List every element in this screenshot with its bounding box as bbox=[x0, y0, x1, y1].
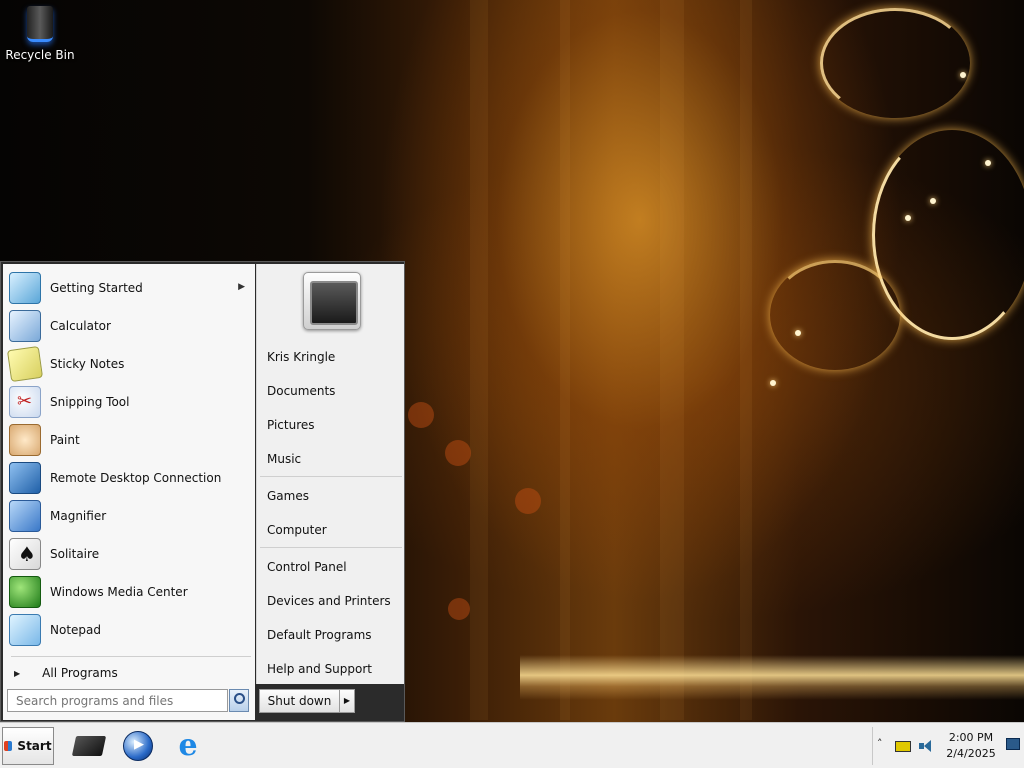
solitaire-icon bbox=[9, 538, 41, 570]
all-programs-label: All Programs bbox=[42, 666, 118, 680]
program-label: Remote Desktop Connection bbox=[50, 471, 222, 485]
start-button[interactable]: Start bbox=[2, 727, 54, 765]
search-icon bbox=[233, 693, 245, 704]
snipping-tool-icon bbox=[9, 386, 41, 418]
wallpaper-sparkle bbox=[930, 198, 936, 204]
windows-media-player-icon bbox=[123, 731, 153, 761]
taskbar: Start e ˄ 2:00 PM 2/4/2025 bbox=[0, 722, 1024, 768]
divider bbox=[260, 476, 402, 477]
wallpaper-bokeh bbox=[445, 440, 471, 466]
taskbar-windows-media-player[interactable] bbox=[120, 728, 156, 764]
program-label: Calculator bbox=[50, 319, 111, 333]
wallpaper-bokeh bbox=[448, 598, 470, 620]
program-label: Windows Media Center bbox=[50, 585, 188, 599]
wallpaper-sparkle bbox=[795, 330, 801, 336]
program-sticky-notes[interactable]: Sticky Notes bbox=[6, 345, 251, 383]
wallpaper-sparkle bbox=[960, 72, 966, 78]
divider bbox=[11, 656, 251, 657]
wallpaper-streak bbox=[470, 0, 488, 720]
desktop-icon-label: Recycle Bin bbox=[5, 48, 75, 62]
wallpaper-bokeh bbox=[515, 488, 541, 514]
clock-date: 2/4/2025 bbox=[946, 747, 996, 760]
program-magnifier[interactable]: Magnifier bbox=[9, 498, 251, 534]
program-label: Paint bbox=[50, 433, 80, 447]
taskbar-internet-explorer[interactable]: e bbox=[170, 728, 206, 764]
wallpaper-sparkle bbox=[905, 215, 911, 221]
divider bbox=[260, 547, 402, 548]
recycle-bin-icon bbox=[27, 6, 53, 42]
show-desktop-button[interactable] bbox=[1006, 738, 1020, 750]
place-user-folder[interactable]: Kris Kringle bbox=[267, 346, 335, 368]
clock-time: 2:00 PM bbox=[948, 731, 994, 744]
battery-icon[interactable] bbox=[895, 741, 911, 752]
media-center-icon bbox=[9, 576, 41, 608]
program-remote-desktop[interactable]: Remote Desktop Connection bbox=[9, 460, 251, 496]
program-windows-media-center[interactable]: Windows Media Center bbox=[9, 574, 251, 610]
search-button[interactable] bbox=[229, 689, 249, 712]
program-getting-started[interactable]: Getting Started ▶ bbox=[9, 270, 251, 306]
clock[interactable]: 2:00 PM 2/4/2025 bbox=[939, 730, 1003, 762]
program-label: Snipping Tool bbox=[50, 395, 130, 409]
windows-logo-icon bbox=[4, 741, 13, 751]
place-games[interactable]: Games bbox=[267, 485, 309, 507]
desktop-icon-recycle-bin[interactable]: Recycle Bin bbox=[4, 6, 76, 62]
wallpaper-streak bbox=[740, 0, 752, 720]
remote-desktop-icon bbox=[9, 462, 41, 494]
start-label: Start bbox=[17, 739, 52, 753]
internet-explorer-icon: e bbox=[178, 728, 198, 763]
place-default-programs[interactable]: Default Programs bbox=[267, 624, 372, 646]
start-menu: Getting Started ▶ Calculator Sticky Note… bbox=[0, 261, 405, 722]
user-avatar[interactable] bbox=[303, 272, 361, 330]
program-solitaire[interactable]: Solitaire bbox=[9, 536, 251, 572]
place-music[interactable]: Music bbox=[267, 448, 301, 470]
system-tray: ˄ 2:00 PM 2/4/2025 bbox=[872, 727, 1022, 765]
magnifier-icon bbox=[9, 500, 41, 532]
place-control-panel[interactable]: Control Panel bbox=[267, 556, 347, 578]
program-notepad[interactable]: Notepad bbox=[9, 612, 251, 648]
taskbar-windows-explorer[interactable] bbox=[70, 728, 107, 764]
sticky-notes-icon bbox=[6, 345, 44, 383]
program-label: Sticky Notes bbox=[50, 357, 125, 371]
wallpaper-streak bbox=[660, 0, 684, 720]
wallpaper-swirl bbox=[820, 8, 970, 118]
wallpaper-bokeh bbox=[408, 402, 434, 428]
place-pictures[interactable]: Pictures bbox=[267, 414, 315, 436]
shut-down-button[interactable]: Shut down bbox=[259, 689, 339, 713]
show-hidden-icons-chevron-icon[interactable]: ˄ bbox=[877, 737, 883, 750]
search-input[interactable] bbox=[7, 689, 228, 712]
shut-down-options-button[interactable]: ▶ bbox=[339, 689, 355, 713]
arrow-right-icon: ▶ bbox=[14, 668, 21, 678]
submenu-arrow-icon: ▶ bbox=[238, 282, 245, 292]
start-menu-programs-pane: Getting Started ▶ Calculator Sticky Note… bbox=[3, 264, 255, 720]
all-programs-button[interactable]: ▶ All Programs bbox=[11, 662, 251, 684]
place-computer[interactable]: Computer bbox=[267, 519, 327, 541]
place-documents[interactable]: Documents bbox=[267, 380, 335, 402]
program-label: Notepad bbox=[50, 623, 101, 637]
program-label: Getting Started bbox=[50, 281, 143, 295]
wallpaper-sparkle bbox=[985, 160, 991, 166]
place-devices-and-printers[interactable]: Devices and Printers bbox=[267, 590, 391, 612]
wallpaper-sparkle bbox=[770, 380, 776, 386]
program-snipping-tool[interactable]: Snipping Tool bbox=[9, 384, 251, 420]
wallpaper-swirl bbox=[770, 260, 900, 370]
start-menu-places-pane: Kris Kringle Documents Pictures Music Ga… bbox=[256, 264, 404, 684]
program-label: Magnifier bbox=[50, 509, 107, 523]
wallpaper-glow bbox=[520, 655, 1024, 700]
wallpaper-streak bbox=[560, 0, 570, 720]
volume-icon[interactable] bbox=[919, 740, 933, 752]
place-help-and-support[interactable]: Help and Support bbox=[267, 658, 372, 680]
program-paint[interactable]: Paint bbox=[9, 422, 251, 458]
program-calculator[interactable]: Calculator bbox=[9, 308, 251, 344]
windows-explorer-icon bbox=[71, 736, 107, 756]
paint-icon bbox=[9, 424, 41, 456]
calculator-icon bbox=[9, 310, 41, 342]
getting-started-icon bbox=[9, 272, 41, 304]
program-label: Solitaire bbox=[50, 547, 100, 561]
notepad-icon bbox=[9, 614, 41, 646]
